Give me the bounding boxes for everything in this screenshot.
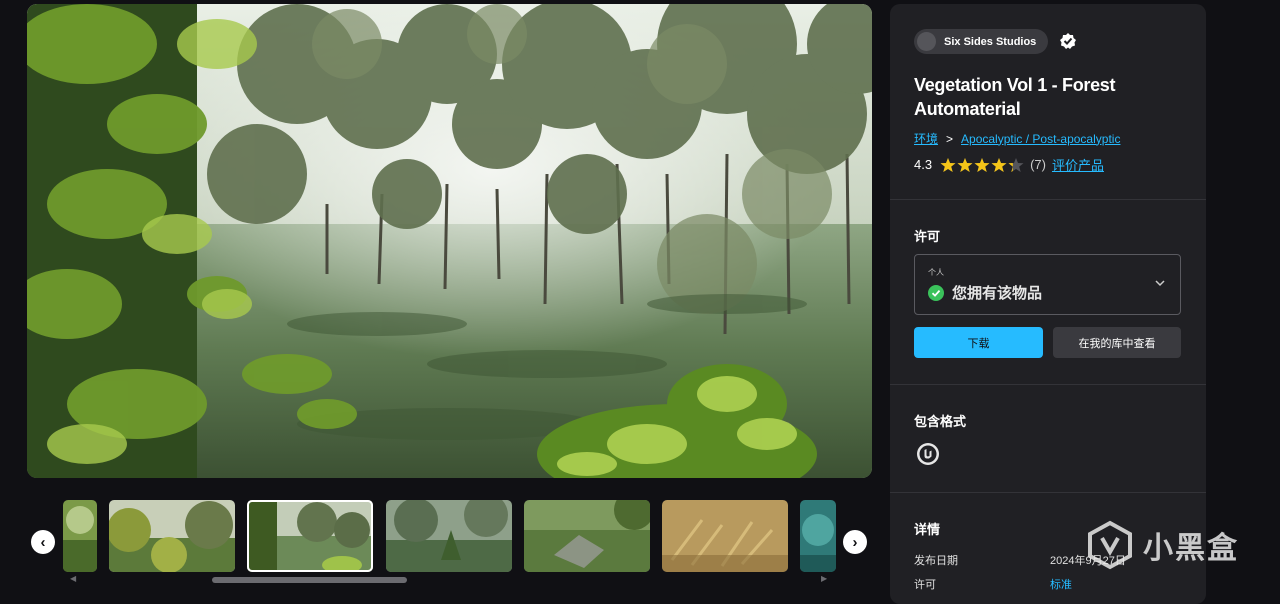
breadcrumb: 环境 > Apocalyptic / Post-apocalyptic <box>914 130 1120 147</box>
gallery-scrollbar[interactable] <box>70 577 830 583</box>
unreal-engine-icon[interactable] <box>916 442 940 466</box>
gallery-thumbnail-selected[interactable] <box>247 500 373 572</box>
license-type-label: 个人 <box>928 268 944 277</box>
gallery-thumbnail[interactable] <box>386 500 512 572</box>
license-status-text: 您拥有该物品 <box>952 285 1043 302</box>
seller-avatar <box>917 32 936 51</box>
product-sidebar: Six Sides Studios Vegetation Vol 1 - For… <box>890 4 1206 604</box>
scroll-right-arrow-icon[interactable]: ▶ <box>821 574 827 583</box>
chevron-down-icon <box>1155 280 1165 287</box>
gallery-thumbnail[interactable] <box>109 500 235 572</box>
license-status: 您拥有该物品 <box>928 282 1042 303</box>
view-in-library-button[interactable]: 在我的库中查看 <box>1053 327 1181 358</box>
star-icon <box>1008 157 1024 172</box>
seller-name: Six Sides Studios <box>944 35 1037 48</box>
star-icon <box>940 157 956 172</box>
rate-product-link[interactable]: 评价产品 <box>1052 155 1104 174</box>
chevron-right-icon: › <box>852 533 858 551</box>
breadcrumb-separator-icon: > <box>946 131 954 146</box>
breadcrumb-link-category[interactable]: 环境 <box>914 130 938 147</box>
thumbnail-strip <box>27 498 872 574</box>
detail-label-release-date: 发布日期 <box>914 555 958 567</box>
gallery-thumbnail[interactable] <box>800 500 836 572</box>
chevron-left-icon: ‹ <box>40 533 46 551</box>
product-title: Vegetation Vol 1 - Forest Automaterial <box>914 75 1116 119</box>
license-heading: 许可 <box>914 229 941 244</box>
review-count: (7) <box>1030 157 1046 172</box>
gallery-scrollbar-thumb[interactable] <box>212 577 407 583</box>
forest-scene-image <box>27 4 872 478</box>
gallery-prev-button[interactable]: ‹ <box>31 530 55 554</box>
rating-row: 4.3 (7) 评价产品 <box>914 155 1104 174</box>
rating-score: 4.3 <box>914 157 933 172</box>
star-icon <box>974 157 990 172</box>
section-divider <box>890 384 1206 385</box>
rating-stars <box>940 157 1024 173</box>
download-button[interactable]: 下载 <box>914 327 1043 358</box>
gallery-thumbnail[interactable] <box>524 500 650 572</box>
watermark: 小黑盒 <box>1085 520 1239 570</box>
license-select[interactable]: 个人 您拥有该物品 <box>914 254 1181 315</box>
verified-badge-icon <box>1060 33 1076 49</box>
watermark-text: 小黑盒 <box>1143 532 1239 565</box>
seller-chip[interactable]: Six Sides Studios <box>914 29 1049 54</box>
section-divider <box>890 199 1206 200</box>
star-icon <box>957 157 973 172</box>
gallery-thumbnail[interactable] <box>63 500 97 572</box>
scroll-left-arrow-icon[interactable]: ◀ <box>70 574 76 583</box>
star-icon <box>991 157 1007 172</box>
formats-heading: 包含格式 <box>914 414 967 429</box>
details-heading: 详情 <box>914 522 941 537</box>
section-divider <box>890 492 1206 493</box>
check-circle-icon <box>928 284 944 301</box>
gallery-thumbnail[interactable] <box>662 500 788 572</box>
detail-value-license[interactable]: 标准 <box>1050 576 1072 592</box>
breadcrumb-link-subcategory[interactable]: Apocalyptic / Post-apocalyptic <box>961 132 1120 146</box>
gallery-next-button[interactable]: › <box>843 530 867 554</box>
main-media-image[interactable] <box>27 4 872 478</box>
detail-label-license: 许可 <box>914 579 936 591</box>
xiaoheihe-logo-icon <box>1088 520 1132 570</box>
